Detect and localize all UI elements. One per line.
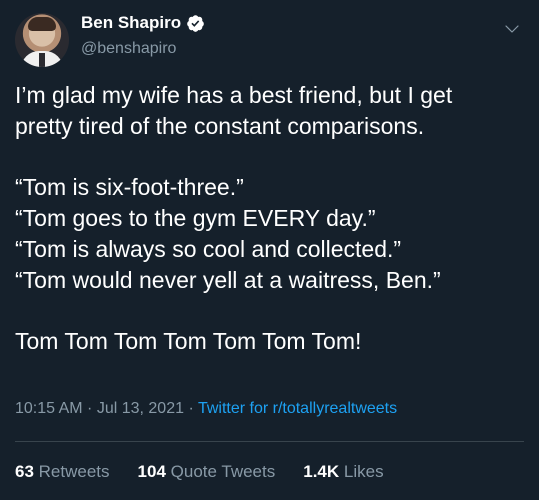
tweet-meta: 10:15 AM · Jul 13, 2021 · Twitter for r/… [15, 400, 397, 418]
retweets-stat[interactable]: 63 Retweets [15, 462, 110, 482]
author-name-row[interactable]: Ben Shapiro [81, 13, 205, 33]
chevron-down-icon[interactable] [503, 20, 521, 38]
tweet-source-link[interactable]: Twitter for r/totallyrealtweets [198, 400, 397, 417]
likes-stat[interactable]: 1.4K Likes [303, 462, 383, 482]
quote-tweets-count: 104 [137, 462, 166, 481]
avatar[interactable] [15, 13, 69, 67]
author-handle[interactable]: @benshapiro [81, 40, 176, 58]
author-display-name[interactable]: Ben Shapiro [81, 13, 181, 33]
tweet-line: “Tom would never yell at a waitress, Ben… [15, 267, 441, 293]
tweet-line: “Tom is six-foot-three.” [15, 174, 244, 200]
tweet-card: Ben Shapiro @benshapiro I’m glad my wife… [0, 0, 539, 500]
tweet-timestamp[interactable]: 10:15 AM · Jul 13, 2021 · [15, 400, 198, 417]
retweets-label: Retweets [38, 462, 110, 481]
avatar-hair [28, 17, 56, 31]
tweet-line: Tom Tom Tom Tom Tom Tom Tom! [15, 328, 362, 354]
likes-count: 1.4K [303, 462, 340, 481]
tweet-line: I’m glad my wife has a best friend, but … [15, 82, 453, 108]
engagement-stats: 63 Retweets 104 Quote Tweets 1.4K Likes [15, 462, 384, 482]
tweet-line: pretty tired of the constant comparisons… [15, 113, 425, 139]
avatar-tie [39, 53, 45, 67]
divider [15, 441, 524, 442]
likes-label: Likes [343, 462, 384, 481]
quote-tweets-stat[interactable]: 104 Quote Tweets [138, 462, 276, 482]
tweet-line: “Tom goes to the gym EVERY day.” [15, 205, 376, 231]
retweets-count: 63 [15, 462, 34, 481]
tweet-line: “Tom is always so cool and collected.” [15, 236, 402, 262]
tweet-text: I’m glad my wife has a best friend, but … [15, 80, 530, 357]
verified-badge-icon [187, 14, 204, 32]
quote-tweets-label: Quote Tweets [170, 462, 276, 481]
